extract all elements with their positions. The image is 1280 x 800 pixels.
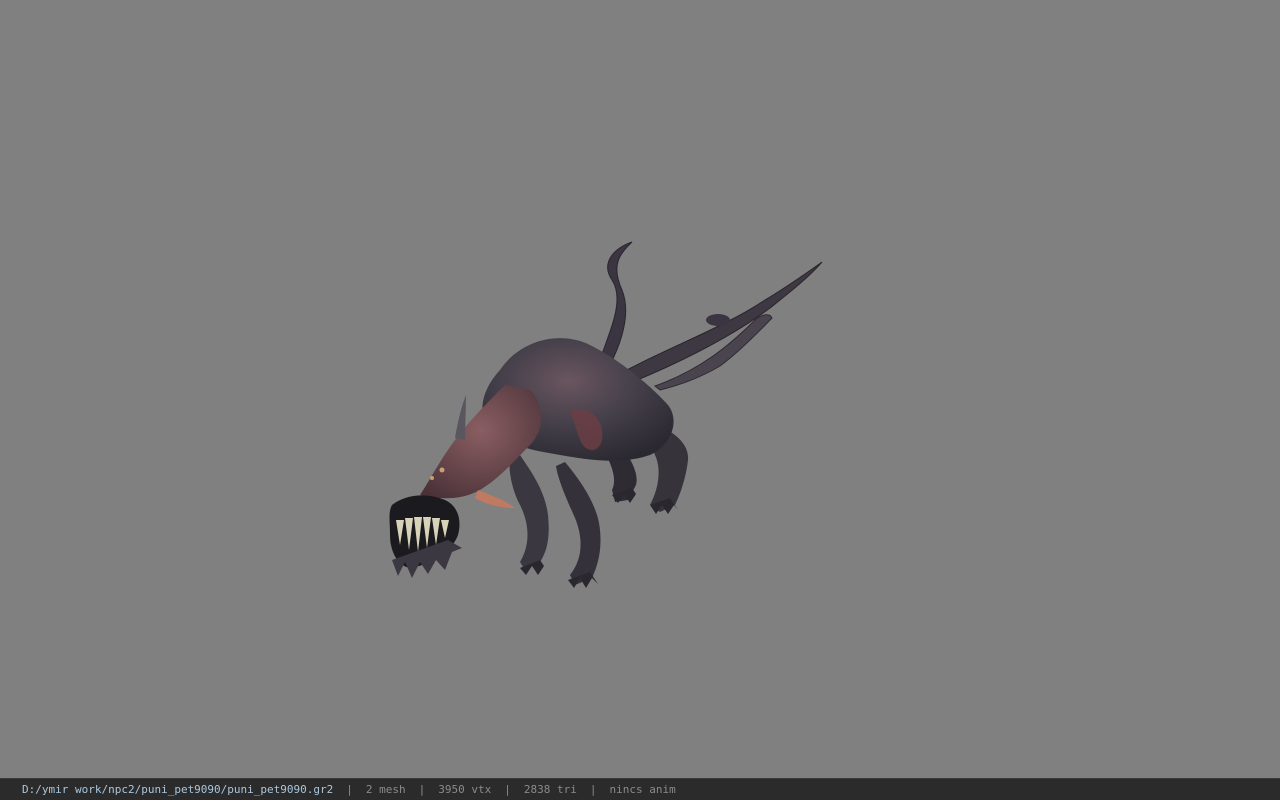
separator: | bbox=[504, 783, 511, 796]
mesh-count-label: 2 mesh bbox=[365, 783, 406, 796]
creature-model-render bbox=[389, 241, 823, 588]
model-viewport[interactable] bbox=[0, 0, 1280, 778]
creature-spike-right bbox=[604, 261, 823, 391]
separator: | bbox=[589, 783, 597, 796]
status-bar: D:/ymir work/npc2/puni_pet9090/puni_pet9… bbox=[0, 778, 1280, 800]
vertex-count-label: 3950 vtx bbox=[438, 783, 492, 796]
separator: | bbox=[346, 783, 353, 796]
triangle-count-label: 2838 tri bbox=[523, 783, 577, 796]
creature-tentacle-left bbox=[599, 241, 633, 366]
separator: | bbox=[418, 783, 426, 796]
creature-horn bbox=[455, 395, 466, 440]
file-path-label: D:/ymir work/npc2/puni_pet9090/puni_pet9… bbox=[22, 783, 334, 796]
creature-front-leg bbox=[509, 455, 549, 570]
animation-status-label: nincs anim bbox=[609, 783, 676, 796]
